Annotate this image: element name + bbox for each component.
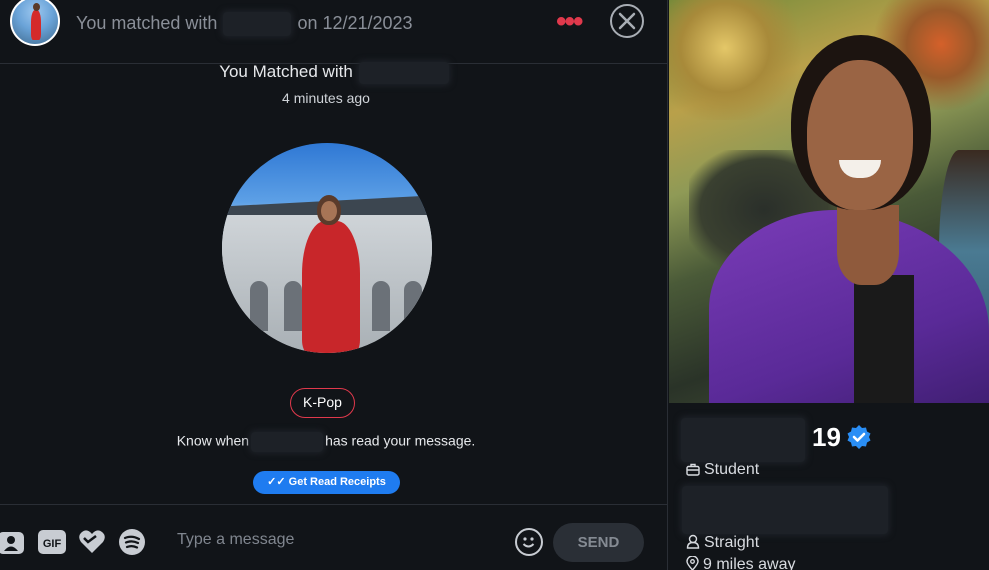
redacted-name — [358, 62, 449, 84]
interest-tag: K-Pop — [290, 388, 355, 418]
profile-panel — [669, 0, 989, 570]
profile-photo[interactable] — [669, 0, 989, 403]
profile-age: 19 — [812, 422, 841, 452]
more-options-icon[interactable]: ••• — [556, 7, 583, 37]
receipt-prefix: Know when — [176, 432, 250, 449]
sticker-icon[interactable] — [78, 528, 106, 556]
orientation-row: Straight — [686, 534, 759, 552]
briefcase-icon — [686, 463, 700, 476]
contact-card-icon[interactable] — [0, 528, 28, 556]
redacted-name — [223, 12, 292, 36]
header-prefix: You matched with — [76, 12, 218, 33]
get-read-receipts-button[interactable]: ✓✓ Get Read Receipts — [253, 471, 400, 494]
match-photo[interactable] — [222, 143, 432, 353]
redacted-profile-name — [681, 418, 805, 462]
match-avatar[interactable] — [10, 0, 60, 46]
location-pin-icon — [686, 555, 699, 570]
orientation-text: Straight — [704, 534, 760, 551]
emoji-icon[interactable] — [515, 528, 543, 556]
match-title-text: You Matched with — [219, 62, 353, 82]
message-input[interactable]: Type a message — [177, 531, 294, 549]
chat-header: You matched with on 12/21/2023 ••• — [0, 0, 668, 64]
redacted-name — [251, 432, 324, 452]
occupation-text: Student — [704, 461, 760, 478]
spotify-icon[interactable] — [118, 528, 146, 556]
message-composer: GIF Type a message SEND — [0, 504, 668, 570]
read-receipt-text: Know when has read your message. — [0, 432, 652, 452]
occupation-row: Student — [686, 461, 759, 479]
gif-icon[interactable]: GIF — [38, 528, 66, 556]
double-check-icon: ✓✓ — [267, 476, 289, 488]
chat-panel: You matched with on 12/21/2023 ••• You Ma… — [0, 0, 668, 570]
receipt-button-label: Get Read Receipts — [288, 476, 386, 488]
distance-text: 9 miles away — [703, 556, 796, 570]
gif-label: GIF — [43, 538, 62, 550]
close-icon[interactable] — [610, 4, 644, 38]
verified-badge-icon — [847, 425, 871, 449]
match-title: You Matched with — [0, 62, 668, 84]
person-icon — [686, 534, 700, 549]
redacted-bio — [682, 486, 888, 534]
header-suffix: on 12/21/2023 — [297, 12, 413, 33]
receipt-suffix: has read your message. — [325, 432, 476, 449]
send-button[interactable]: SEND — [553, 523, 644, 562]
distance-row: 9 miles away — [686, 555, 796, 570]
match-time: 4 minutes ago — [282, 90, 370, 106]
match-header-text: You matched with on 12/21/2023 — [76, 12, 413, 36]
